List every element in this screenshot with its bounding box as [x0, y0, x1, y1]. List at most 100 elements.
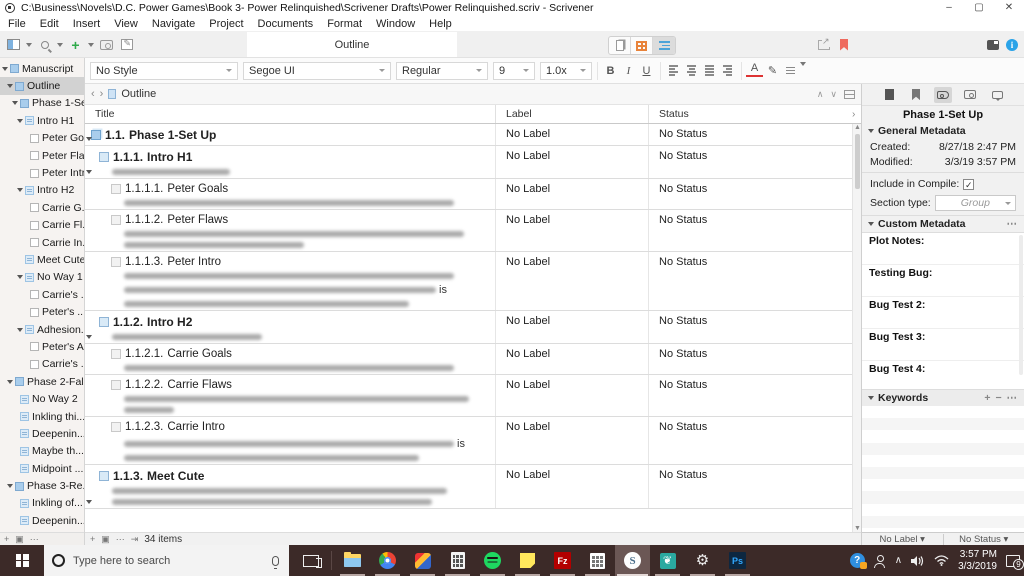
custom-metadata-header[interactable]: Custom Metadata ⋯: [862, 215, 1024, 232]
help-notification-icon[interactable]: ?: [849, 553, 867, 569]
start-button[interactable]: [0, 545, 44, 576]
label-selector[interactable]: No Label ▾: [862, 533, 944, 545]
editor-add-icon[interactable]: +: [90, 534, 95, 544]
sidebar-item-phase-3-re[interactable]: Phase 3-Re...: [0, 477, 84, 494]
table-row[interactable]: 1.1.2.1. Carrie Goals No Label No Status: [85, 344, 852, 375]
row-label-cell[interactable]: No Label: [495, 311, 648, 343]
underline-button[interactable]: U: [638, 62, 655, 80]
sidebar-item-deepenin[interactable]: Deepenin...: [0, 512, 84, 529]
table-row[interactable]: 1.1. Phase 1-Set Up No Label No Status: [85, 124, 852, 146]
sidebar-item-carrie-in[interactable]: Carrie In...: [0, 234, 84, 251]
editor-header-title[interactable]: Outline: [121, 88, 156, 100]
binder-more-icon[interactable]: ⋯: [30, 534, 39, 545]
expand-chevron-icon[interactable]: [17, 275, 23, 280]
add-item-icon[interactable]: +: [68, 38, 83, 52]
expand-chevron-icon[interactable]: [2, 66, 8, 71]
colorful-app-taskbar-button[interactable]: [405, 545, 440, 576]
snapshot-icon[interactable]: [99, 38, 114, 51]
sidebar-item-intro-h2[interactable]: Intro H2: [0, 182, 84, 199]
font-size-dropdown[interactable]: 9: [493, 61, 535, 80]
keyword-add-icon[interactable]: +: [984, 392, 991, 404]
sidebar-item-meet-cute[interactable]: Meet Cute: [0, 251, 84, 268]
custom-field-input[interactable]: [869, 375, 1017, 389]
metadata-tab[interactable]: [934, 86, 952, 103]
table-row[interactable]: 1.1.1.2. Peter Flaws No Label No Status: [85, 210, 852, 252]
sidebar-item-midpoint[interactable]: Midpoint ...: [0, 460, 84, 477]
line-spacing-dropdown[interactable]: 1.0x: [540, 61, 592, 80]
corkboard-view-button[interactable]: [631, 37, 653, 54]
keywords-header[interactable]: Keywords + − ⋯: [862, 390, 1024, 406]
outline-view-button[interactable]: [653, 37, 675, 54]
more-columns-icon[interactable]: ›: [852, 109, 861, 120]
sidebar-item-inkling-of[interactable]: Inkling of...: [0, 495, 84, 512]
sidebar-item-phase-2-fal[interactable]: Phase 2-Fal...: [0, 373, 84, 390]
custom-field[interactable]: Bug Test 3:: [862, 329, 1024, 361]
outline-scrollbar[interactable]: ▲ ▼: [852, 124, 861, 532]
sidebar-item-outline[interactable]: Outline: [0, 77, 84, 95]
table-row[interactable]: 1.1.2. Intro H2 No Label No Status: [85, 311, 852, 344]
row-status-cell[interactable]: No Status: [648, 344, 852, 374]
sidebar-item-peter-s[interactable]: Peter's ...: [0, 303, 84, 320]
general-metadata-header[interactable]: General Metadata: [862, 123, 1024, 139]
editor-doc-icon[interactable]: ▣: [101, 534, 110, 545]
section-type-dropdown[interactable]: Group: [934, 195, 1016, 211]
people-icon[interactable]: [874, 554, 886, 568]
expand-chevron-icon[interactable]: [7, 84, 13, 89]
custom-field[interactable]: Plot Notes:: [862, 233, 1024, 265]
scapple-taskbar-button[interactable]: ❦: [650, 545, 685, 576]
compose-icon[interactable]: [119, 38, 134, 51]
microphone-icon[interactable]: [272, 555, 279, 569]
bold-button[interactable]: B: [602, 62, 619, 80]
expand-chevron-icon[interactable]: [86, 500, 92, 504]
row-status-cell[interactable]: No Status: [648, 179, 852, 209]
editor-export-icon[interactable]: ⇥: [131, 534, 139, 545]
expand-chevron-icon[interactable]: [17, 188, 23, 193]
sticky-notes-taskbar-button[interactable]: [510, 545, 545, 576]
split-editor-icon[interactable]: [844, 89, 855, 99]
forward-icon[interactable]: ›: [100, 88, 104, 100]
row-status-cell[interactable]: No Status: [648, 210, 852, 251]
binder-add-icon[interactable]: +: [4, 534, 9, 544]
sidebar-item-no-way-1[interactable]: No Way 1: [0, 269, 84, 286]
wifi-icon[interactable]: [934, 555, 949, 566]
comments-tab[interactable]: [988, 87, 1006, 103]
column-label[interactable]: Label: [495, 105, 648, 123]
expand-chevron-icon[interactable]: [86, 335, 92, 339]
sidebar-item-manuscript[interactable]: Manuscript: [0, 60, 84, 77]
table-row[interactable]: 1.1.3. Meet Cute No Label No Status: [85, 465, 852, 509]
scrollbar-thumb[interactable]: [854, 134, 860, 189]
editor-more-icon[interactable]: ⋯: [116, 534, 125, 545]
custom-field-input[interactable]: [869, 279, 1017, 296]
sidebar-item-peter-s-a[interactable]: Peter's A...: [0, 338, 84, 355]
column-title[interactable]: Title: [85, 105, 495, 123]
maximize-button[interactable]: ▢: [964, 0, 994, 16]
style-dropdown[interactable]: No Style: [90, 61, 238, 80]
custom-field-input[interactable]: [869, 311, 1017, 328]
row-status-cell[interactable]: No Status: [648, 311, 852, 343]
align-left-button[interactable]: [665, 62, 682, 80]
row-label-cell[interactable]: No Label: [495, 465, 648, 508]
align-center-button[interactable]: [683, 62, 700, 80]
sidebar-item-maybe-th[interactable]: Maybe th...: [0, 443, 84, 460]
menu-view[interactable]: View: [114, 18, 138, 30]
task-view-taskbar-button[interactable]: [293, 545, 328, 576]
media-icon[interactable]: [987, 39, 999, 50]
scroll-down-icon[interactable]: ▼: [854, 525, 861, 532]
keyword-more-icon[interactable]: ⋯: [1007, 392, 1019, 404]
include-in-compile-checkbox[interactable]: ✓: [963, 178, 975, 190]
expand-chevron-icon[interactable]: [86, 170, 92, 174]
sidebar-item-phase-1-se[interactable]: Phase 1-Se...: [0, 95, 84, 112]
text-color-button[interactable]: A: [746, 62, 763, 77]
menu-help[interactable]: Help: [429, 18, 452, 30]
sidebar-item-intro-h1[interactable]: Intro H1: [0, 112, 84, 129]
custom-field-input[interactable]: [869, 343, 1017, 360]
table-row[interactable]: 1.1.2.3. Carrie Intro is No Label No Status: [85, 417, 852, 465]
sidebar-item-carrie-fl[interactable]: Carrie Fl...: [0, 217, 84, 234]
row-label-cell[interactable]: No Label: [495, 124, 648, 145]
row-label-cell[interactable]: No Label: [495, 417, 648, 464]
expand-chevron-icon[interactable]: [7, 484, 13, 489]
scroll-up-icon[interactable]: ▲: [854, 124, 861, 131]
binder-toggle-icon[interactable]: [6, 38, 21, 51]
binder-trash-icon[interactable]: ▣: [15, 534, 24, 545]
sidebar-item-carrie-s[interactable]: Carrie's ...: [0, 286, 84, 303]
